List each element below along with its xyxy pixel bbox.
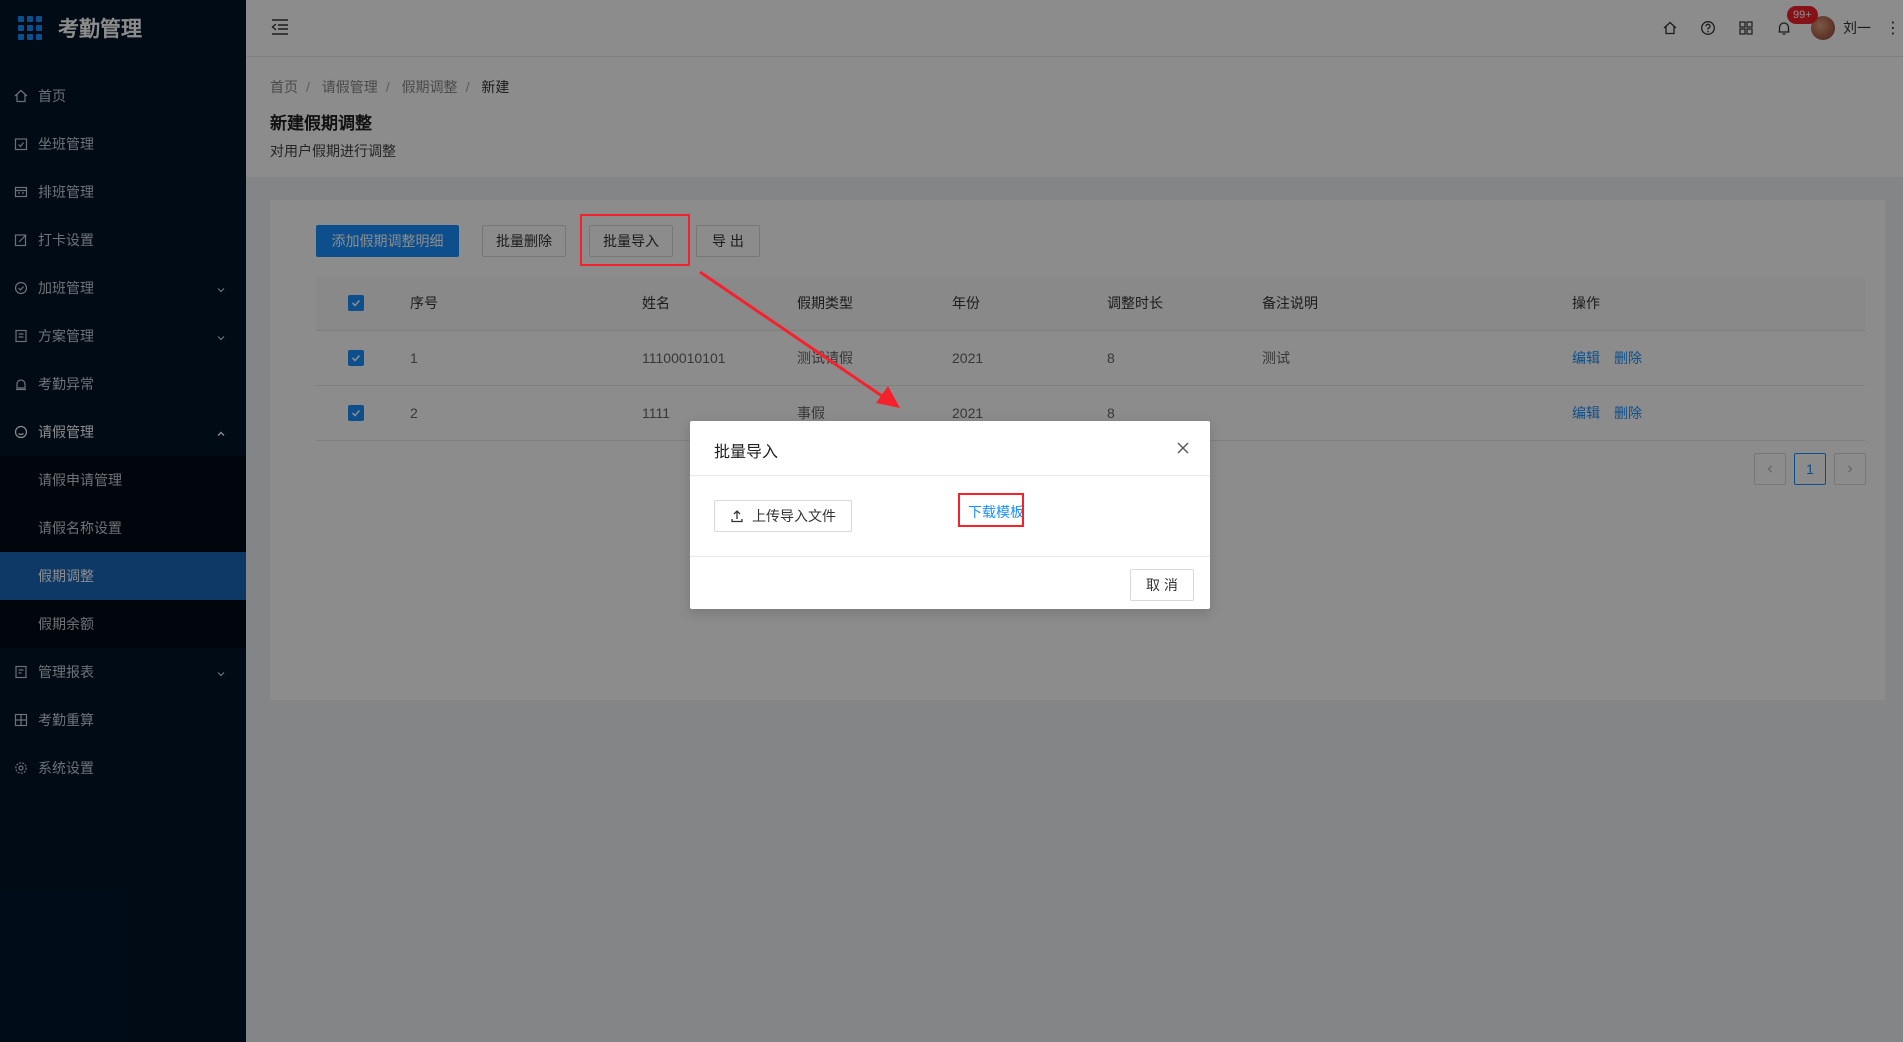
upload-file-button[interactable]: 上传导入文件 (714, 500, 852, 532)
cancel-button[interactable]: 取 消 (1130, 569, 1194, 601)
close-icon[interactable] (1176, 441, 1190, 459)
modal-title: 批量导入 (714, 444, 779, 461)
modal-body: 上传导入文件 下载模板 (690, 476, 1210, 557)
upload-label: 上传导入文件 (752, 508, 836, 524)
upload-icon (731, 510, 743, 523)
modal-header: 批量导入 (690, 421, 1210, 476)
highlight-box-download (958, 493, 1024, 527)
modal-footer: 取 消 (690, 557, 1210, 610)
highlight-box-import (580, 214, 690, 266)
batch-import-modal: 批量导入 上传导入文件 下载模板 取 消 (690, 421, 1210, 609)
